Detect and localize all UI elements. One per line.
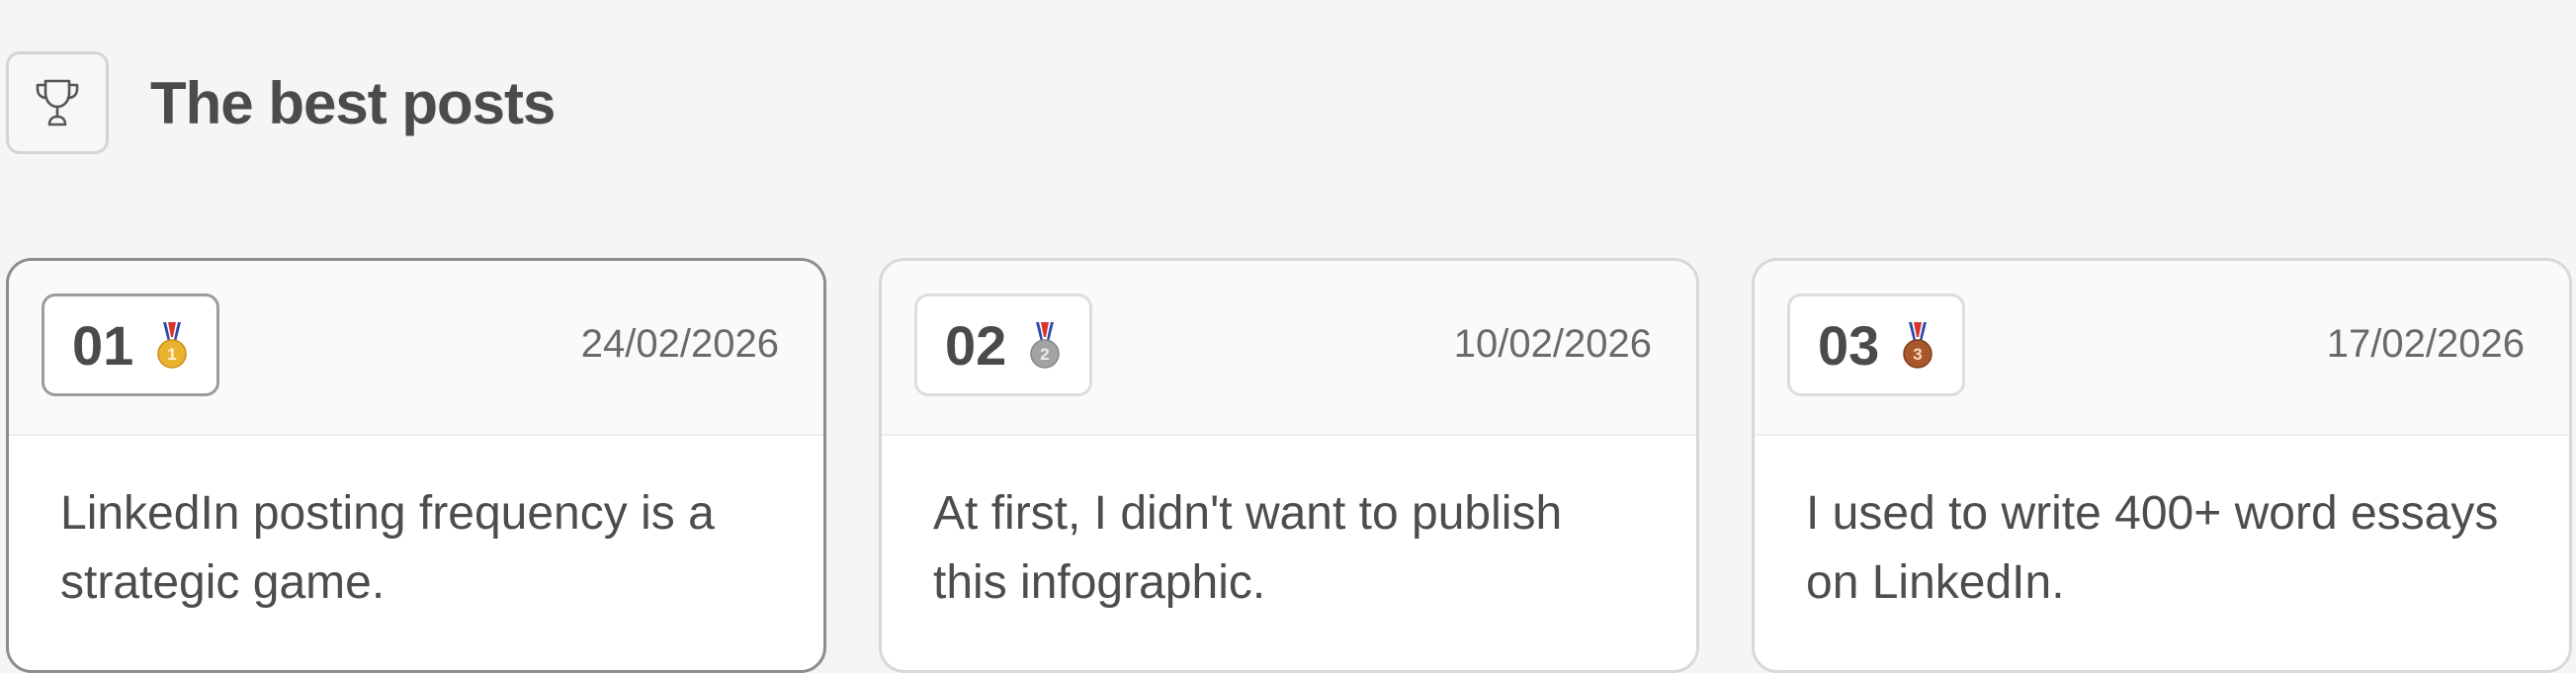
post-card-header: 01 1 24/02/2026	[9, 261, 823, 436]
post-date: 10/02/2026	[1453, 322, 1652, 366]
rank-number: 03	[1818, 313, 1880, 377]
post-card[interactable]: 03 3 17/02/2026 I used to write 400+ wor…	[1752, 258, 2572, 673]
rank-badge: 03 3	[1787, 294, 1966, 396]
trophy-icon-box	[6, 51, 109, 154]
medal-number: 3	[1914, 345, 1923, 364]
bronze-medal-icon: 3	[1903, 322, 1933, 369]
rank-badge: 01 1	[42, 294, 220, 396]
trophy-icon	[36, 79, 79, 126]
silver-medal-icon: 2	[1030, 322, 1061, 369]
rank-number: 02	[945, 313, 1007, 377]
gold-medal-icon: 1	[157, 322, 188, 369]
post-excerpt: LinkedIn posting frequency is a strategi…	[60, 487, 715, 609]
post-excerpt: I used to write 400+ word essays on Link…	[1806, 487, 2499, 609]
medal-number: 1	[168, 345, 177, 364]
rank-badge: 02 2	[914, 294, 1093, 396]
medal-number: 2	[1041, 345, 1050, 364]
post-excerpt: At first, I didn't want to publish this …	[933, 487, 1563, 609]
post-card-header: 02 2 10/02/2026	[882, 261, 1696, 436]
rank-number: 01	[72, 313, 134, 377]
post-card[interactable]: 01 1 24/02/2026 LinkedIn posting frequen…	[6, 258, 826, 673]
post-card[interactable]: 02 2 10/02/2026 At first, I didn't want …	[879, 258, 1699, 673]
post-date: 24/02/2026	[580, 322, 779, 366]
page-title: The best posts	[150, 69, 556, 136]
post-card-header: 03 3 17/02/2026	[1755, 261, 2569, 436]
section-header: The best posts	[6, 48, 556, 157]
post-date: 17/02/2026	[2326, 322, 2525, 366]
